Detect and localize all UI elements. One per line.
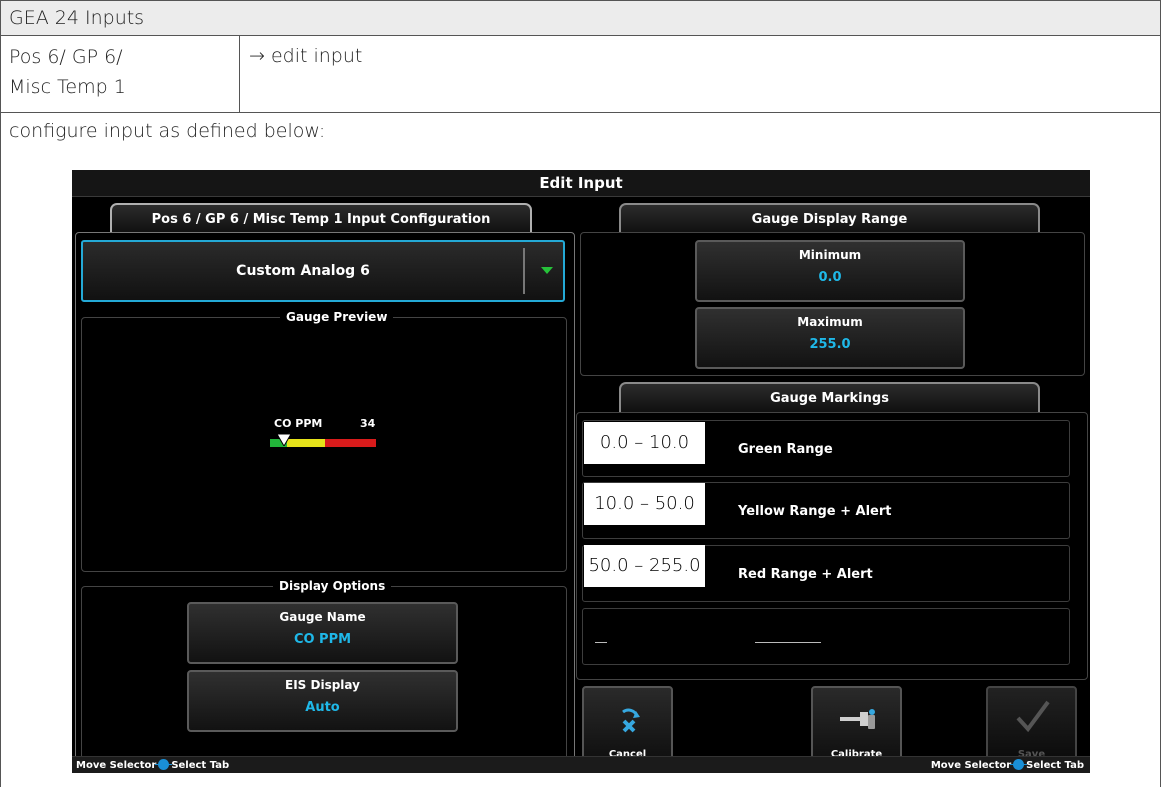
chevron-down-icon (541, 267, 553, 274)
footer-left-hint: Move Selector Select Tab (76, 757, 229, 773)
table-title-cell: GEA 24 Inputs (0, 0, 1161, 36)
dropdown-separator (523, 248, 525, 294)
green-range-label: Green Range (738, 442, 833, 457)
red-range-value: 50.0 – 255.0 (584, 545, 705, 587)
action-cell: → edit input (239, 35, 1161, 113)
calibrate-button[interactable]: Calibrate (811, 686, 902, 766)
empty-label-dash (755, 642, 821, 643)
document-table: GEA 24 Inputs Pos 6/ GP 6/ Misc Temp 1 →… (0, 0, 1161, 787)
tab-input-configuration[interactable]: Pos 6 / GP 6 / Misc Temp 1 Input Configu… (110, 203, 532, 233)
footer-right-move: Move Selector (930, 760, 1012, 771)
maximum-button[interactable]: Maximum 255.0 (695, 307, 965, 369)
save-button[interactable]: Save (986, 686, 1077, 766)
position-line-2: Misc Temp 1 (9, 76, 126, 98)
eis-display-label: EIS Display (285, 678, 360, 692)
checkmark-icon (1016, 700, 1050, 732)
gauge-name-preview: CO PPM (274, 417, 323, 430)
input-type-dropdown[interactable]: Custom Analog 6 (81, 240, 565, 302)
knob-icon (155, 759, 173, 770)
input-type-value: Custom Analog 6 (236, 263, 370, 279)
minimum-button[interactable]: Minimum 0.0 (695, 240, 965, 302)
gauge-preview: CO PPM 34 (270, 417, 376, 453)
eis-display-value: Auto (305, 700, 340, 715)
display-options-title: Display Options (273, 579, 392, 593)
position-cell: Pos 6/ GP 6/ Misc Temp 1 (0, 35, 240, 113)
gauge-yellow-band (287, 439, 325, 447)
red-range-label: Red Range + Alert (738, 567, 873, 582)
gauge-red-band (325, 439, 376, 447)
instruction-text: configure input as defined below: (9, 120, 326, 142)
document-title: GEA 24 Inputs (9, 7, 145, 29)
gauge-name-value: CO PPM (293, 632, 352, 647)
gauge-preview-title: Gauge Preview (280, 310, 394, 324)
cancel-button[interactable]: Cancel (582, 686, 673, 766)
knob-icon (1010, 759, 1028, 770)
screen-title: Edit Input (72, 170, 1090, 197)
gauge-value-preview: 34 (360, 417, 376, 430)
gauge-name-label: Gauge Name (279, 610, 366, 624)
footer-right-tab: Select Tab (1026, 760, 1084, 771)
yellow-range-value: 10.0 – 50.0 (584, 483, 705, 525)
minimum-label: Minimum (798, 248, 862, 262)
edit-input-screen: Edit Input Pos 6 / GP 6 / Misc Temp 1 In… (72, 170, 1090, 773)
tab-gauge-markings[interactable]: Gauge Markings (619, 382, 1040, 412)
position-line-1: Pos 6/ GP 6/ (9, 46, 123, 68)
calibrate-icon (840, 709, 875, 729)
eis-display-button[interactable]: EIS Display Auto (187, 670, 458, 732)
tab-gauge-display-range[interactable]: Gauge Display Range (619, 203, 1040, 233)
footer-left-tab: Select Tab (171, 760, 230, 771)
empty-range-dash (595, 642, 607, 643)
action-text: → edit input (249, 45, 363, 67)
minimum-value: 0.0 (818, 270, 842, 285)
maximum-value: 255.0 (809, 337, 851, 352)
gauge-name-button[interactable]: Gauge Name CO PPM (187, 602, 458, 664)
gauge-pointer-icon (277, 434, 291, 446)
status-footer: Move Selector Select Tab Move Selector Sel… (72, 756, 1090, 773)
maximum-label: Maximum (797, 315, 863, 329)
footer-right-hint: Move Selector Select Tab (931, 757, 1084, 773)
yellow-range-label: Yellow Range + Alert (738, 504, 892, 519)
empty-range-row[interactable] (582, 608, 1070, 665)
footer-left-move: Move Selector (76, 760, 157, 771)
cancel-icon (622, 708, 640, 733)
green-range-value: 0.0 – 10.0 (584, 422, 705, 464)
